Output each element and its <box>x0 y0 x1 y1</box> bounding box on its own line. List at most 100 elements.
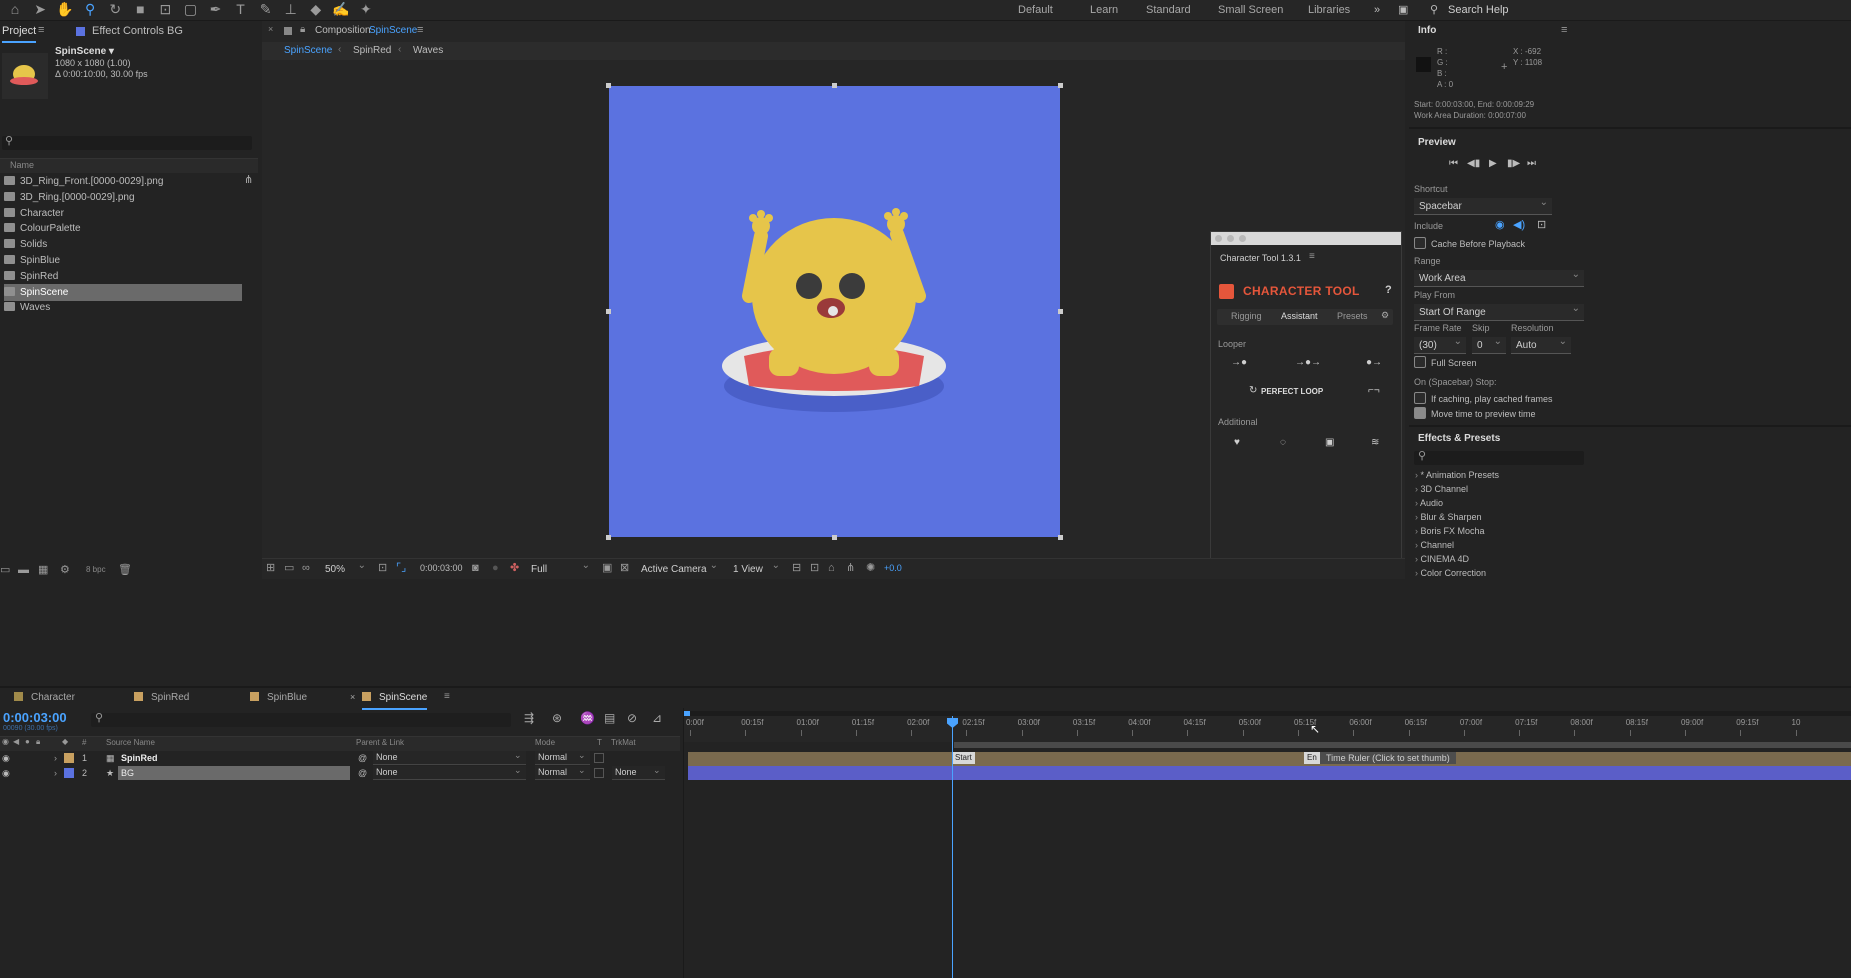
expand-triangle-icon[interactable]: › <box>54 766 57 780</box>
bit-depth-button[interactable]: 8 bpc <box>86 565 106 574</box>
preview-panel-title[interactable]: Preview <box>1418 137 1456 148</box>
work-area-range[interactable] <box>954 742 1851 748</box>
workspace-small-screen[interactable]: Small Screen <box>1218 0 1283 20</box>
chevron-down-icon[interactable]: ⌄ <box>514 763 522 777</box>
parent-select[interactable]: None <box>373 766 526 780</box>
effects-category[interactable]: › CINEMA 4D <box>1415 554 1469 564</box>
visibility-eye-icon[interactable]: ◉ <box>2 766 10 780</box>
scale-icon[interactable]: ▣ <box>1325 437 1334 448</box>
last-frame-icon[interactable]: ⏭ <box>1527 158 1536 169</box>
label-column-icon[interactable]: ◆ <box>62 737 68 746</box>
shortcut-select[interactable]: Spacebar <box>1414 194 1552 215</box>
pen-tool-icon[interactable]: ✒ <box>205 0 227 18</box>
project-item[interactable]: 3D_Ring.[0000-0029].png <box>4 189 242 206</box>
graph-editor-icon[interactable]: ⊿ <box>652 711 662 725</box>
fast-preview-icon[interactable]: ▣ <box>602 559 612 577</box>
clone-stamp-tool-icon[interactable]: ⊥ <box>280 0 302 18</box>
panel-titlebar[interactable] <box>1211 232 1401 245</box>
project-settings-icon[interactable]: ⚙ <box>60 561 70 579</box>
comp-name[interactable]: SpinScene ▾ <box>55 46 114 57</box>
lock-column-icon[interactable]: 🔒︎ <box>36 737 40 747</box>
zoom-tool-icon[interactable]: ⚲ <box>79 0 101 18</box>
layer-name[interactable]: SpinRed <box>121 751 158 765</box>
transparency-grid-icon[interactable]: ⊠ <box>620 559 629 577</box>
trash-icon[interactable]: 🗑 <box>118 561 132 579</box>
layer-bar-bg[interactable] <box>688 766 1851 780</box>
loop-toggle-icon[interactable]: ⌐¬ <box>1368 385 1380 396</box>
chevron-down-icon[interactable]: ⌄ <box>578 763 586 777</box>
pickwhip-icon[interactable]: @ <box>358 766 367 780</box>
time-graph[interactable]: 0:00f 00:15f 01:00f 01:15f 02:00f 02:15f 03:00… <box>683 708 1851 978</box>
canvas-handle[interactable] <box>1058 535 1063 540</box>
type-tool-icon[interactable]: T <box>230 0 252 18</box>
canvas-handle[interactable] <box>606 83 611 88</box>
next-frame-icon[interactable]: ▮▶ <box>1507 158 1520 169</box>
workspace-learn[interactable]: Learn <box>1090 0 1118 20</box>
project-item[interactable]: 3D_Ring_Front.[0000-0029].png <box>4 173 242 190</box>
mask-visibility-icon[interactable]: ∞ <box>302 559 310 577</box>
timeline-search-input[interactable]: ⚲ <box>91 712 511 727</box>
breadcrumb-waves[interactable]: Waves <box>413 45 443 56</box>
tab-project[interactable]: Project <box>2 21 37 43</box>
flowchart-icon[interactable]: ⋔ <box>846 559 855 577</box>
column-trkmat[interactable]: TrkMat <box>611 738 636 747</box>
rectangle-tool-icon[interactable]: ▢ <box>179 0 201 18</box>
include-overlays-icon[interactable]: ⊡ <box>1537 218 1546 231</box>
comp-mini-flowchart-icon[interactable]: ⇶ <box>524 711 534 725</box>
puppet-tool-icon[interactable]: ✦ <box>355 0 377 18</box>
cache-before-playback-checkbox[interactable]: Cache Before Playback <box>1414 237 1525 249</box>
canvas-handle[interactable] <box>1058 309 1063 314</box>
viewer-timecode[interactable]: 0:00:03:00 <box>420 563 463 573</box>
effects-category[interactable]: › * Animation Presets <box>1415 470 1499 480</box>
close-tab-icon[interactable]: × <box>268 24 273 34</box>
column-name[interactable]: Name <box>10 160 34 170</box>
layer-name[interactable]: BG <box>121 766 134 780</box>
tab-assistant[interactable]: Assistant <box>1281 311 1318 321</box>
comp-menu-icon[interactable]: ≡ <box>417 24 423 36</box>
3d-ground-icon[interactable]: ⌂ <box>828 559 835 577</box>
camera-tool-icon[interactable]: ■ <box>129 0 151 18</box>
effects-category[interactable]: › Color Correction <box>1415 568 1486 578</box>
play-from-select[interactable]: Start Of Range <box>1414 300 1584 321</box>
perfect-loop-button[interactable]: PERFECT LOOP <box>1261 387 1323 396</box>
comp-tab-name[interactable]: SpinScene <box>369 25 417 36</box>
display-icon[interactable]: ▭ <box>284 559 294 577</box>
tab-presets[interactable]: Presets <box>1337 311 1368 321</box>
project-search-input[interactable]: ⚲ <box>2 135 252 150</box>
comp-canvas[interactable] <box>609 86 1060 537</box>
canvas-handle[interactable] <box>606 309 611 314</box>
expand-triangle-icon[interactable]: › <box>54 751 57 765</box>
camera-select[interactable]: Active Camera <box>636 557 722 578</box>
snapshot-camera-icon[interactable]: ◙ <box>472 559 479 577</box>
effects-category[interactable]: › Audio <box>1415 498 1443 508</box>
exposure-value[interactable]: +0.0 <box>884 563 902 573</box>
shy-layers-icon[interactable]: ♒ <box>580 711 595 725</box>
new-folder-icon[interactable]: ▬ <box>18 561 29 579</box>
workspace-menu-icon[interactable]: ▣ <box>1398 0 1408 20</box>
skip-select[interactable]: 0 <box>1472 333 1506 354</box>
region-of-interest-icon[interactable]: ⌜⌟ <box>396 559 406 577</box>
brush-tool-icon[interactable]: ✎ <box>255 0 277 18</box>
column-mode[interactable]: Mode <box>535 738 555 747</box>
project-item[interactable]: ColourPalette <box>4 220 242 237</box>
marker-start[interactable]: Start <box>952 752 975 764</box>
pickwhip-icon[interactable]: @ <box>358 751 367 765</box>
chevron-down-icon[interactable]: ⌄ <box>514 748 522 762</box>
maximize-window-icon[interactable] <box>1239 235 1246 242</box>
project-item[interactable]: SpinBlue <box>4 252 242 269</box>
effects-category[interactable]: › Blur & Sharpen <box>1415 512 1482 522</box>
panel-menu-icon[interactable]: ≡ <box>1309 251 1315 262</box>
bounce-icon[interactable]: ♥ <box>1234 437 1240 448</box>
parent-select[interactable]: None <box>373 751 526 765</box>
column-t[interactable]: T <box>597 738 602 747</box>
timeline-tab[interactable]: Character <box>14 688 75 708</box>
selection-tool-icon[interactable]: ➤ <box>29 0 51 18</box>
search-help-input[interactable]: Search Help <box>1448 0 1509 20</box>
close-tab-icon[interactable]: × <box>350 692 355 702</box>
time-ruler[interactable]: 0:00f 00:15f 01:00f 01:15f 02:00f 02:15f 03:00… <box>684 716 1851 742</box>
breadcrumb-spinscene[interactable]: SpinScene <box>284 45 332 56</box>
spin-icon[interactable]: ◌ <box>1280 437 1286 448</box>
interpret-footage-icon[interactable]: ▭ <box>0 561 10 579</box>
loop-in-out-button[interactable]: →●→ <box>1295 357 1321 368</box>
motion-blur-icon[interactable]: ⊘ <box>627 711 637 725</box>
